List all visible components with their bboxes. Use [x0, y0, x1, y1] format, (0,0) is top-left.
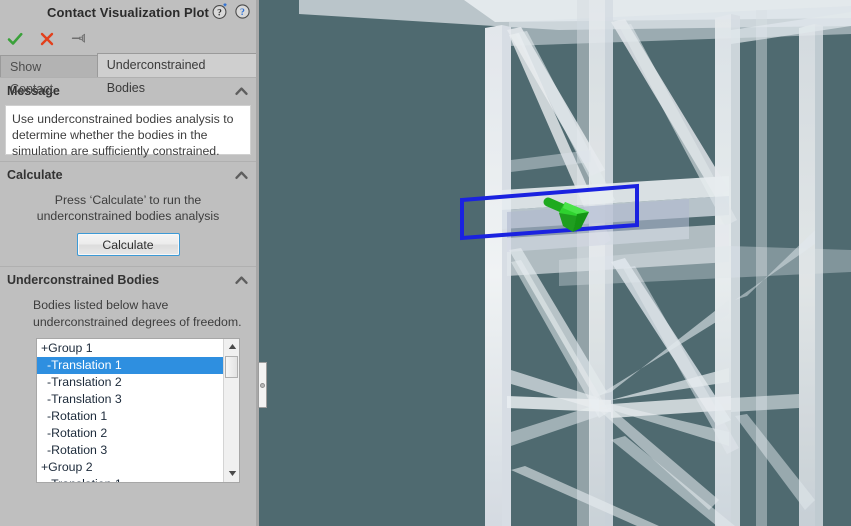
svg-text:?: ? [240, 7, 245, 18]
underconstrained-section-header[interactable]: Underconstrained Bodies [0, 266, 256, 293]
pin-icon[interactable] [70, 30, 88, 48]
title-help-icon-group: ? * ? [212, 3, 251, 20]
listbox-scrollbar[interactable] [223, 338, 239, 482]
command-panel: Contact Visualization Plot ? * ? Show Co… [0, 0, 256, 526]
cancel-x-icon[interactable] [38, 30, 56, 48]
list-item[interactable]: -Translation 1 [37, 356, 223, 374]
panel-tab-strip: Show Contact Underconstrained Bodies [0, 53, 256, 96]
panel-toolbar [0, 25, 256, 53]
underconstrained-hint-text: Bodies listed below have underconstraine… [33, 298, 242, 330]
tab-underconstrained-bodies[interactable]: Underconstrained Bodies [96, 53, 256, 95]
ok-check-icon[interactable] [6, 30, 24, 48]
panel-title-bar: Contact Visualization Plot ? * ? [0, 0, 256, 25]
list-item[interactable]: -Translation 3 [37, 391, 223, 408]
svg-text:?: ? [217, 9, 222, 19]
list-item[interactable]: +Group 2 [37, 459, 223, 476]
calculate-section-header[interactable]: Calculate [0, 161, 256, 188]
page-title: Contact Visualization Plot [47, 5, 209, 20]
handle-dot-icon [260, 382, 265, 388]
scroll-up-arrow-icon[interactable] [224, 339, 239, 355]
list-item[interactable]: -Translation 1 [37, 476, 223, 482]
help-icon[interactable]: ? [234, 3, 251, 20]
help-whats-new-icon[interactable]: ? * [212, 3, 229, 20]
list-item[interactable]: -Rotation 3 [37, 442, 223, 459]
list-item[interactable]: -Translation 2 [37, 374, 223, 391]
list-item[interactable]: -Rotation 2 [37, 425, 223, 442]
underconstrained-bodies-listbox[interactable]: +Group 1 -Translation 1 -Translation 2 -Tra… [36, 337, 240, 483]
tab-show-contact[interactable]: Show Contact [0, 55, 98, 96]
scrollbar-thumb[interactable] [225, 355, 238, 378]
list-item[interactable]: +Group 1 [37, 340, 223, 357]
calculate-button[interactable]: Calculate [76, 233, 180, 257]
calculate-hint-text: Press ‘Calculate’ to run the underconstr… [36, 193, 220, 224]
panel-body: Message Use underconstrained bodies anal… [0, 77, 256, 526]
calculate-section-title: Calculate [7, 168, 63, 182]
chevron-up-icon[interactable] [233, 83, 250, 100]
chevron-up-icon[interactable] [233, 167, 250, 184]
contact-visualization-plot-window: Contact Visualization Plot ? * ? Show Co… [0, 0, 851, 526]
3d-model-scene [259, 0, 851, 526]
svg-text:*: * [223, 3, 227, 12]
list-item[interactable]: -Rotation 1 [37, 408, 223, 425]
chevron-up-icon[interactable] [233, 272, 250, 289]
3d-viewport[interactable] [259, 0, 851, 526]
message-text: Use underconstrained bodies analysis to … [5, 105, 251, 158]
scroll-down-arrow-icon[interactable] [224, 466, 239, 482]
panel-collapse-handle-icon[interactable] [258, 362, 267, 408]
calculate-button-row: Calculate [0, 233, 256, 257]
underconstrained-bodies-list: +Group 1 -Translation 1 -Translation 2 -Tra… [37, 339, 223, 482]
underconstrained-section-title: Underconstrained Bodies [7, 273, 160, 288]
